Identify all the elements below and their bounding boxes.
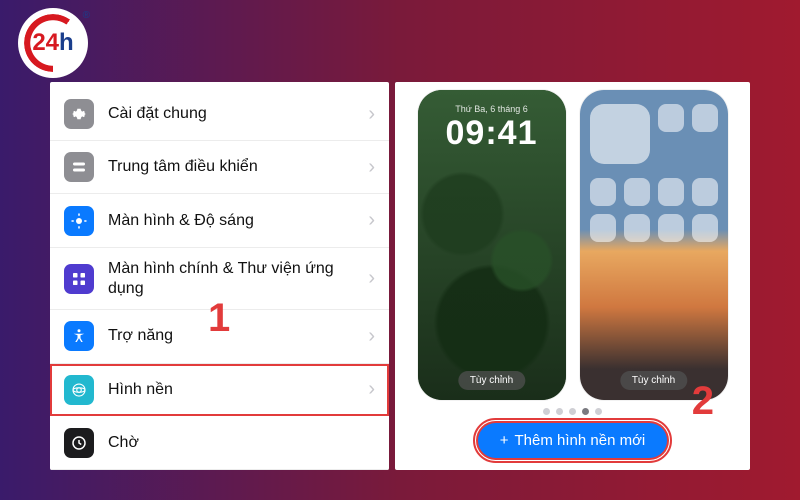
page-dot[interactable]	[569, 408, 576, 415]
gear-icon	[64, 99, 94, 129]
customize-chip-home[interactable]: Tùy chỉnh	[620, 371, 687, 390]
page-dot[interactable]	[556, 408, 563, 415]
customize-chip-lock[interactable]: Tùy chỉnh	[458, 371, 525, 390]
settings-row-accessibility[interactable]: Trợ năng ›	[50, 310, 389, 363]
brightness-icon	[64, 206, 94, 236]
row-label: Hình nền	[108, 380, 354, 400]
wallpaper-icon	[64, 375, 94, 405]
app-icon-placeholder	[624, 214, 650, 242]
wallpaper-previews: Thứ Ba, 6 tháng 6 09:41 Tùy chỉnh	[403, 90, 742, 400]
add-wallpaper-button[interactable]: + Thêm hình nền mới	[478, 423, 668, 458]
clock-icon	[64, 428, 94, 458]
step-callout-2: 2	[692, 379, 714, 424]
homescreen-widgets	[590, 104, 718, 164]
wallpaper-panel: Thứ Ba, 6 tháng 6 09:41 Tùy chỉnh	[395, 82, 750, 470]
app-icon-placeholder	[658, 214, 684, 242]
settings-row-standby[interactable]: Chờ	[50, 417, 389, 470]
registered-mark: ®	[83, 10, 90, 21]
widget-placeholder	[590, 104, 650, 164]
settings-row-control-center[interactable]: Trung tâm điều khiển ›	[50, 141, 389, 194]
app-icon-placeholder	[692, 178, 718, 206]
brand-logo: 24h ®	[18, 8, 88, 78]
app-icon-placeholder	[692, 104, 718, 132]
chevron-right-icon: ›	[368, 103, 375, 126]
lockscreen-preview[interactable]: Thứ Ba, 6 tháng 6 09:41 Tùy chỉnh	[418, 90, 566, 400]
add-wallpaper-label: Thêm hình nền mới	[515, 432, 646, 449]
homescreen-icons	[590, 178, 718, 242]
chevron-right-icon: ›	[368, 267, 375, 290]
app-icon-placeholder	[590, 178, 616, 206]
row-label: Màn hình & Độ sáng	[108, 211, 354, 231]
chevron-right-icon: ›	[368, 209, 375, 232]
chevron-right-icon: ›	[368, 325, 375, 348]
homescreen-preview[interactable]: Tùy chỉnh	[580, 90, 728, 400]
app-icon-placeholder	[692, 214, 718, 242]
chevron-right-icon: ›	[368, 378, 375, 401]
accessibility-icon	[64, 321, 94, 351]
row-label: Màn hình chính & Thư viện ứng dụng	[108, 259, 354, 299]
row-label: Chờ	[108, 433, 375, 453]
row-label: Trung tâm điều khiển	[108, 157, 354, 177]
row-label: Trợ năng	[108, 326, 354, 346]
page-dot[interactable]	[595, 408, 602, 415]
chevron-right-icon: ›	[368, 156, 375, 179]
settings-row-general[interactable]: Cài đặt chung ›	[50, 88, 389, 141]
app-icon-placeholder	[590, 214, 616, 242]
page-dot-active[interactable]	[582, 408, 589, 415]
app-icon-placeholder	[624, 178, 650, 206]
grid-icon	[64, 264, 94, 294]
add-wallpaper-row: 2 + Thêm hình nền mới	[403, 423, 742, 458]
settings-row-display[interactable]: Màn hình & Độ sáng ›	[50, 194, 389, 247]
logo-text: 24h	[32, 29, 73, 57]
settings-row-homescreen[interactable]: Màn hình chính & Thư viện ứng dụng ›	[50, 248, 389, 311]
row-label: Cài đặt chung	[108, 104, 354, 124]
app-icon-placeholder	[658, 104, 684, 132]
page-dot[interactable]	[543, 408, 550, 415]
settings-row-wallpaper[interactable]: Hình nền ›	[50, 364, 389, 417]
lockscreen-time: 09:41	[418, 114, 566, 153]
app-icon-placeholder	[658, 178, 684, 206]
plus-icon: +	[500, 432, 509, 449]
settings-panel: Cài đặt chung › Trung tâm điều khiển › M…	[50, 82, 389, 470]
lockscreen-date: Thứ Ba, 6 tháng 6	[418, 104, 566, 114]
toggles-icon	[64, 152, 94, 182]
